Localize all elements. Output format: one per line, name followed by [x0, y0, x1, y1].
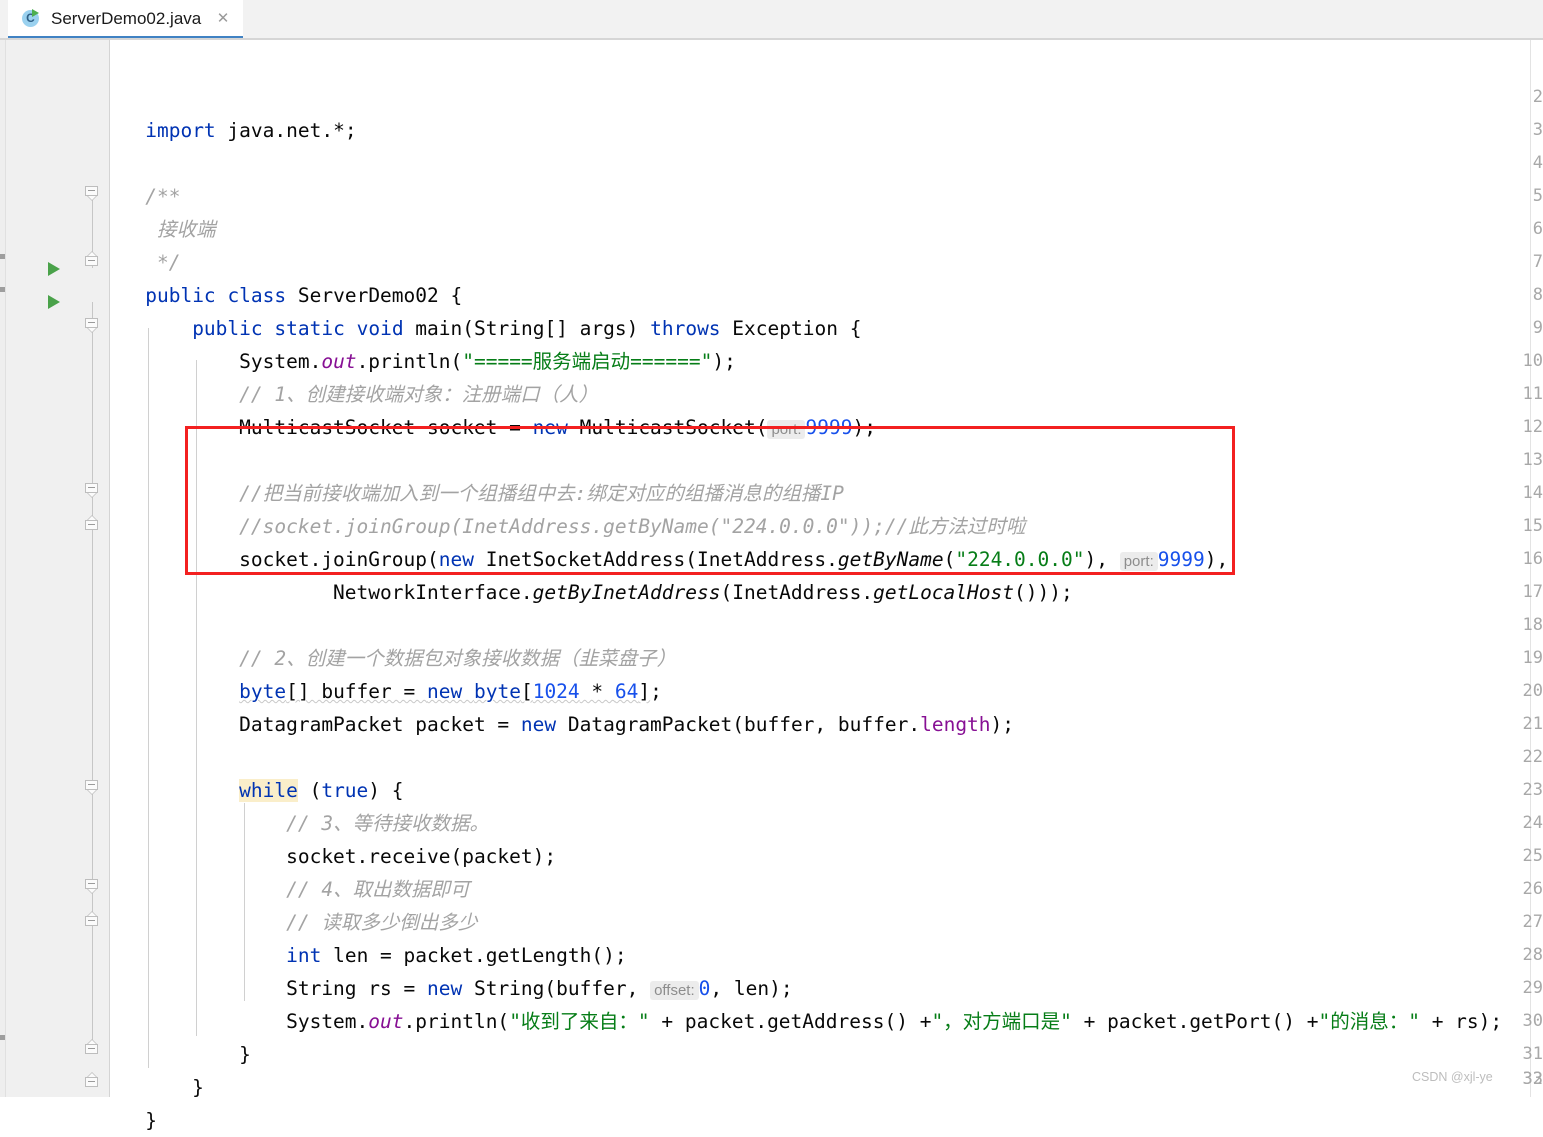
- code-line[interactable]: //socket.joinGroup(InetAddress.getByName…: [110, 510, 1025, 543]
- tab-title: ServerDemo02.java: [51, 9, 202, 28]
- code-line[interactable]: System.out.println("=====服务端启动======");: [110, 345, 736, 378]
- code-line[interactable]: // 2、创建一个数据包对象接收数据（韭菜盘子）: [110, 642, 676, 675]
- parameter-hint-value: 9999: [805, 416, 853, 439]
- fold-toggle-open[interactable]: [85, 879, 100, 894]
- line-number: 9: [1532, 318, 1543, 338]
- line-number: 8: [1532, 285, 1543, 305]
- line-number: 22: [1522, 747, 1543, 767]
- line-number: 5: [1532, 186, 1543, 206]
- fold-toggle-open[interactable]: [85, 318, 100, 333]
- line-number: 14: [1522, 483, 1543, 503]
- fold-toggle-close[interactable]: [85, 1072, 100, 1092]
- line-number: 28: [1522, 945, 1543, 965]
- line-number: 25: [1522, 846, 1543, 866]
- line-number: 24: [1522, 813, 1543, 833]
- line-number: 15: [1522, 516, 1543, 536]
- marker-tick: [0, 1035, 5, 1040]
- line-number: 27: [1522, 912, 1543, 932]
- line-number: 29: [1522, 978, 1543, 998]
- code-line[interactable]: while (true) {: [110, 774, 404, 807]
- parameter-hint: port:: [767, 420, 806, 439]
- line-number: 21: [1522, 714, 1543, 734]
- line-number: 17: [1522, 582, 1543, 602]
- run-gutter-icon[interactable]: [48, 295, 60, 309]
- line-number: 2: [1532, 87, 1543, 107]
- line-number: 11: [1522, 384, 1543, 404]
- code-line[interactable]: public class ServerDemo02 {: [110, 279, 462, 312]
- line-number: 16: [1522, 549, 1543, 569]
- parameter-hint: port:: [1119, 552, 1158, 571]
- fold-toggle-open[interactable]: [85, 186, 100, 201]
- code-line[interactable]: socket.receive(packet);: [110, 840, 556, 873]
- highlighted-keyword: while: [239, 779, 298, 802]
- code-line[interactable]: }: [110, 1071, 204, 1104]
- code-line[interactable]: /**: [110, 180, 180, 213]
- fold-toggle-open[interactable]: [85, 780, 100, 795]
- code-line[interactable]: DatagramPacket packet = new DatagramPack…: [110, 708, 1014, 741]
- code-line[interactable]: MulticastSocket socket = new MulticastSo…: [110, 411, 876, 444]
- code-line[interactable]: String rs = new String(buffer, offset: 0,…: [110, 972, 793, 1005]
- code-line[interactable]: }: [110, 1038, 251, 1071]
- editor-left-margin-strip[interactable]: [0, 40, 6, 1097]
- csdn-watermark: CSDN @xjl-ye: [1412, 1070, 1493, 1084]
- fold-rail: [92, 302, 93, 1048]
- fold-toggle-close[interactable]: [85, 911, 100, 931]
- java-class-runnable-icon: C: [22, 9, 42, 29]
- marker-tick: [0, 254, 5, 259]
- marker-tick: [0, 287, 5, 292]
- run-arrow-icon: [32, 9, 39, 17]
- editor-tab-bar: C ServerDemo02.java ✕: [0, 0, 1543, 40]
- code-line[interactable]: }: [110, 1104, 157, 1137]
- parameter-hint-value: 9999: [1157, 548, 1205, 571]
- code-line[interactable]: NetworkInterface.getByInetAddress(InetAd…: [110, 576, 1073, 609]
- parameter-hint: offset:: [650, 981, 699, 1000]
- line-number: 23: [1522, 780, 1543, 800]
- code-editor[interactable]: 2 3 4 5 6 7 8 9 10 11 12 13 14 15 16 17 …: [0, 40, 1543, 1132]
- line-number: 13: [1522, 450, 1543, 470]
- code-line[interactable]: // 3、等待接收数据。: [110, 807, 489, 840]
- line-number: 4: [1532, 153, 1543, 173]
- code-line[interactable]: public static void main(String[] args) t…: [110, 312, 861, 345]
- line-number: 18: [1522, 615, 1543, 635]
- line-number: 26: [1522, 879, 1543, 899]
- fold-toggle-close[interactable]: [85, 1039, 100, 1059]
- code-line[interactable]: // 4、取出数据即可: [110, 873, 469, 906]
- code-line[interactable]: socket.joinGroup(new InetSocketAddress(I…: [110, 543, 1228, 576]
- parameter-hint-value: 0: [698, 977, 711, 1000]
- fold-toggle-close[interactable]: [85, 515, 100, 535]
- code-line[interactable]: // 读取多少倒出多少: [110, 906, 477, 939]
- code-line[interactable]: import java.net.*;: [110, 114, 356, 147]
- code-line[interactable]: byte[] buffer = new byte[1024 * 64];: [110, 675, 662, 708]
- code-line[interactable]: // 1、创建接收端对象：注册端口（人）: [110, 378, 598, 411]
- tab-server-demo-02[interactable]: C ServerDemo02.java ✕: [8, 0, 243, 38]
- code-line[interactable]: int len = packet.getLength();: [110, 939, 626, 972]
- fold-toggle-close[interactable]: [85, 251, 100, 271]
- line-number: 3: [1532, 120, 1543, 140]
- line-number: 19: [1522, 648, 1543, 668]
- code-line[interactable]: 接收端: [110, 213, 216, 246]
- code-line[interactable]: System.out.println("收到了来自：" + packet.get…: [110, 1005, 1502, 1038]
- line-number: 10: [1522, 351, 1543, 371]
- fold-toggle-open[interactable]: [85, 483, 100, 498]
- line-number: 7: [1532, 252, 1543, 272]
- line-number: 12: [1522, 417, 1543, 437]
- line-number: 6: [1532, 219, 1543, 239]
- code-line[interactable]: */: [110, 246, 181, 279]
- close-icon[interactable]: ✕: [215, 11, 231, 27]
- line-number: 20: [1522, 681, 1543, 701]
- code-line[interactable]: //把当前接收端加入到一个组播组中去:绑定对应的组播消息的组播IP: [110, 477, 844, 510]
- run-gutter-icon[interactable]: [48, 262, 60, 276]
